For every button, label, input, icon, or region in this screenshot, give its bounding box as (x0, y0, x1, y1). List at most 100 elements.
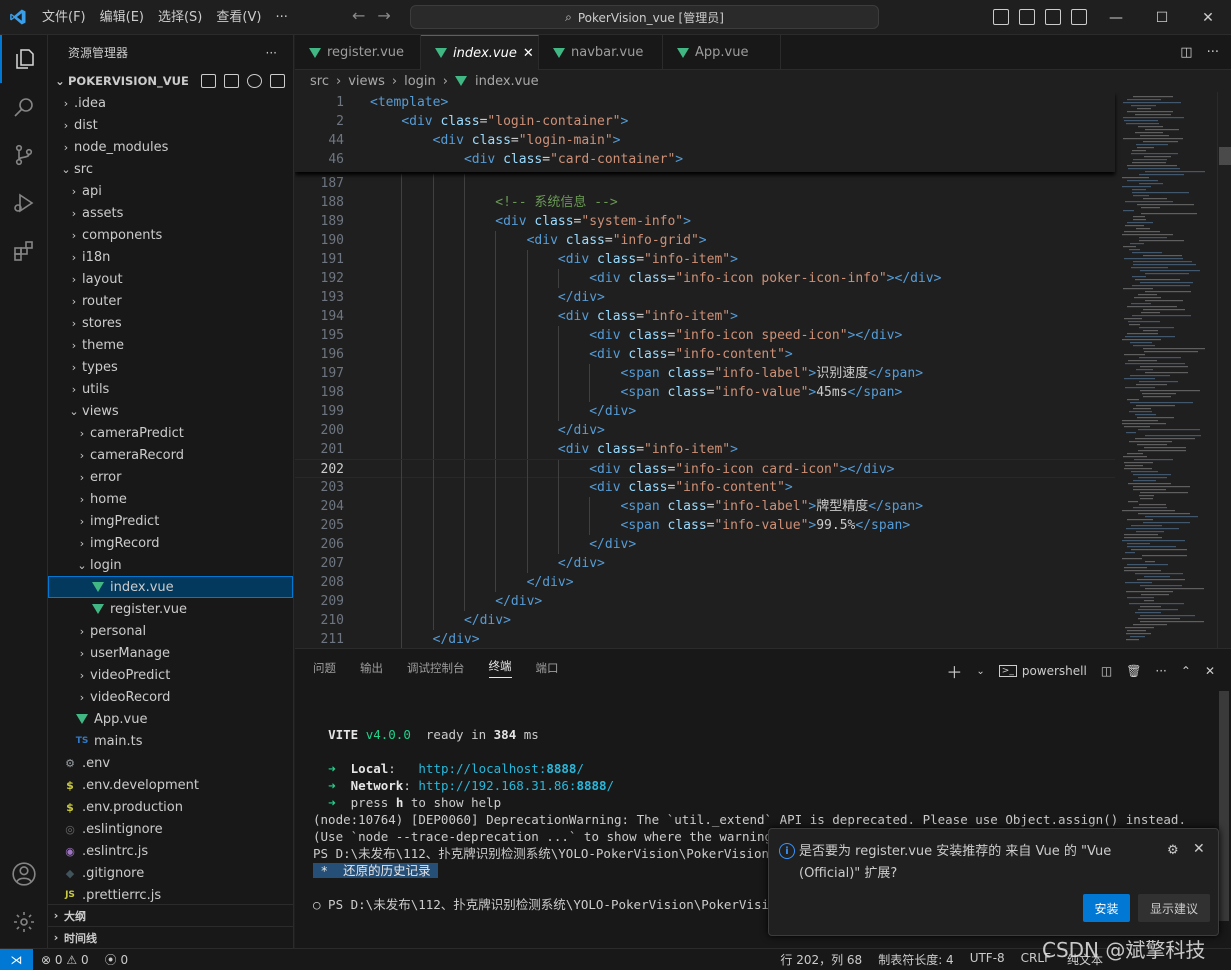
code-line[interactable]: 189 <div class="system-info"> (295, 212, 1115, 231)
timeline-section[interactable]: › 时间线 (48, 926, 294, 948)
code-line[interactable]: 1 <template> (295, 93, 1115, 112)
code-line[interactable]: 205 <span class="info-value">99.5%</span> (295, 516, 1115, 535)
sticky-scroll[interactable]: 1 <template> 2 <div class="login-container"… (295, 92, 1115, 172)
explorer-icon[interactable] (0, 35, 48, 83)
code-line[interactable]: 191 <div class="info-item"> (295, 250, 1115, 269)
code-line[interactable]: 201 <div class="info-item"> (295, 440, 1115, 459)
tree-folder[interactable]: › imgPredict (48, 510, 293, 532)
terminal-scrollbar-thumb[interactable] (1219, 691, 1229, 921)
tree-file[interactable]: App.vue (48, 708, 293, 730)
project-root[interactable]: ⌄ POKERVISION_VUE (48, 70, 293, 92)
close-icon[interactable]: ✕ (1193, 841, 1205, 857)
panel-tab[interactable]: 问题 (313, 660, 336, 676)
ports-indicator[interactable]: ⦿ 0 (97, 951, 136, 968)
code-line[interactable]: 187 (295, 174, 1115, 193)
more-actions-icon[interactable]: ··· (266, 46, 277, 60)
code-line[interactable]: 203 <div class="info-content"> (295, 478, 1115, 497)
search-icon[interactable] (0, 83, 48, 131)
refresh-icon[interactable] (247, 74, 262, 88)
manage-gear-icon[interactable] (0, 898, 48, 946)
code-line[interactable]: 194 <div class="info-item"> (295, 307, 1115, 326)
breadcrumb-item[interactable]: index.vue (475, 74, 539, 89)
code-line[interactable]: 207 </div> (295, 554, 1115, 573)
menu-item[interactable]: 文件(F) (35, 0, 93, 35)
maximize-panel-icon[interactable]: ⌃ (1181, 664, 1191, 678)
tree-folder[interactable]: ⌄ login (48, 554, 293, 576)
tree-folder[interactable]: ⌄ views (48, 400, 293, 422)
tree-file[interactable]: TS main.ts (48, 730, 293, 752)
code-line[interactable]: 44 <div class="login-main"> (295, 131, 1115, 150)
tree-folder[interactable]: › userManage (48, 642, 293, 664)
tree-folder[interactable]: › error (48, 466, 293, 488)
tab-navbar-vue[interactable]: navbar.vue (539, 35, 663, 70)
code-line[interactable]: 206 </div> (295, 535, 1115, 554)
toggle-sidebar-icon[interactable] (993, 9, 1009, 25)
more-actions-icon[interactable]: ··· (1155, 664, 1166, 678)
code-line[interactable]: 192 <div class="info-icon poker-icon-info… (295, 269, 1115, 288)
toggle-secondary-sidebar-icon[interactable] (1045, 9, 1061, 25)
tree-folder[interactable]: › node_modules (48, 136, 293, 158)
command-center[interactable]: ⌕ PokerVision_vue [管理员] (410, 5, 879, 29)
tree-folder[interactable]: › personal (48, 620, 293, 642)
chevron-down-icon[interactable]: ⌄ (976, 666, 984, 677)
code-line[interactable]: 204 <span class="info-label">牌型精度</span> (295, 497, 1115, 516)
tree-file[interactable]: $ .env.development (48, 774, 293, 796)
minimap[interactable] (1118, 92, 1218, 648)
tree-folder[interactable]: › cameraRecord (48, 444, 293, 466)
tree-folder[interactable]: › router (48, 290, 293, 312)
show-recommendations-button[interactable]: 显示建议 (1138, 894, 1210, 922)
new-folder-icon[interactable] (224, 74, 239, 88)
tree-folder[interactable]: › api (48, 180, 293, 202)
menu-item[interactable]: 编辑(E) (93, 0, 151, 35)
tree-folder[interactable]: › home (48, 488, 293, 510)
terminal-profile[interactable]: >_ powershell (998, 664, 1087, 678)
tree-folder[interactable]: › i18n (48, 246, 293, 268)
outline-section[interactable]: › 大纲 (48, 904, 294, 926)
code-editor[interactable]: 187 188 <!-- 系统信息 --> 189 <div class="system… (295, 92, 1231, 648)
kill-terminal-icon[interactable]: 🗑 (1126, 664, 1141, 678)
close-window-button[interactable]: ✕ (1185, 0, 1231, 35)
editor-scrollbar[interactable] (1217, 92, 1231, 648)
split-terminal-icon[interactable]: ◫ (1101, 664, 1112, 678)
tree-folder[interactable]: › videoRecord (48, 686, 293, 708)
problems-indicator[interactable]: ⊗ 0 ⚠ 0 (33, 953, 97, 967)
new-file-icon[interactable] (201, 74, 216, 88)
code-line[interactable]: 188 <!-- 系统信息 --> (295, 193, 1115, 212)
new-terminal-icon[interactable]: ＋ (946, 659, 962, 683)
tree-file[interactable]: JS .prettierrc.js (48, 884, 293, 906)
terminal-scrollbar[interactable] (1219, 691, 1229, 941)
breadcrumb-item[interactable]: views (348, 74, 385, 89)
code-line[interactable]: 190 <div class="info-grid"> (295, 231, 1115, 250)
back-arrow-icon[interactable]: ← (352, 6, 365, 25)
run-debug-icon[interactable] (0, 179, 48, 227)
code-line[interactable]: 210 </div> (295, 611, 1115, 630)
tree-folder[interactable]: › theme (48, 334, 293, 356)
menu-item[interactable]: 查看(V) (209, 0, 268, 35)
forward-arrow-icon[interactable]: → (377, 6, 390, 25)
panel-tab[interactable]: 调试控制台 (407, 660, 465, 676)
tab-index-vue[interactable]: index.vue ✕ (421, 35, 539, 70)
tree-file[interactable]: index.vue (48, 576, 293, 598)
remote-indicator-icon[interactable]: ⋊ (0, 948, 33, 970)
encoding[interactable]: UTF-8 (962, 951, 1013, 968)
breadcrumb-item[interactable]: login (404, 74, 436, 89)
code-line[interactable]: 196 <div class="info-content"> (295, 345, 1115, 364)
tree-folder[interactable]: › imgRecord (48, 532, 293, 554)
customize-layout-icon[interactable] (1071, 9, 1087, 25)
menu-item[interactable]: ··· (268, 0, 294, 35)
tree-folder[interactable]: › stores (48, 312, 293, 334)
tree-file[interactable]: register.vue (48, 598, 293, 620)
code-line[interactable]: 197 <span class="info-label">识别速度</span> (295, 364, 1115, 383)
menu-item[interactable]: 选择(S) (151, 0, 209, 35)
maximize-button[interactable]: ☐ (1139, 0, 1185, 35)
close-tab-icon[interactable]: ✕ (523, 46, 534, 61)
tree-file[interactable]: ◉ .eslintrc.js (48, 840, 293, 862)
more-actions-icon[interactable]: ··· (1207, 45, 1219, 60)
source-control-icon[interactable] (0, 131, 48, 179)
code-line[interactable]: 199 </div> (295, 402, 1115, 421)
code-line[interactable]: 198 <span class="info-value">45ms</span> (295, 383, 1115, 402)
tree-file[interactable]: ⚙ .env (48, 752, 293, 774)
toggle-panel-icon[interactable] (1019, 9, 1035, 25)
tab-size[interactable]: 制表符长度: 4 (870, 951, 962, 968)
account-icon[interactable] (0, 850, 48, 898)
